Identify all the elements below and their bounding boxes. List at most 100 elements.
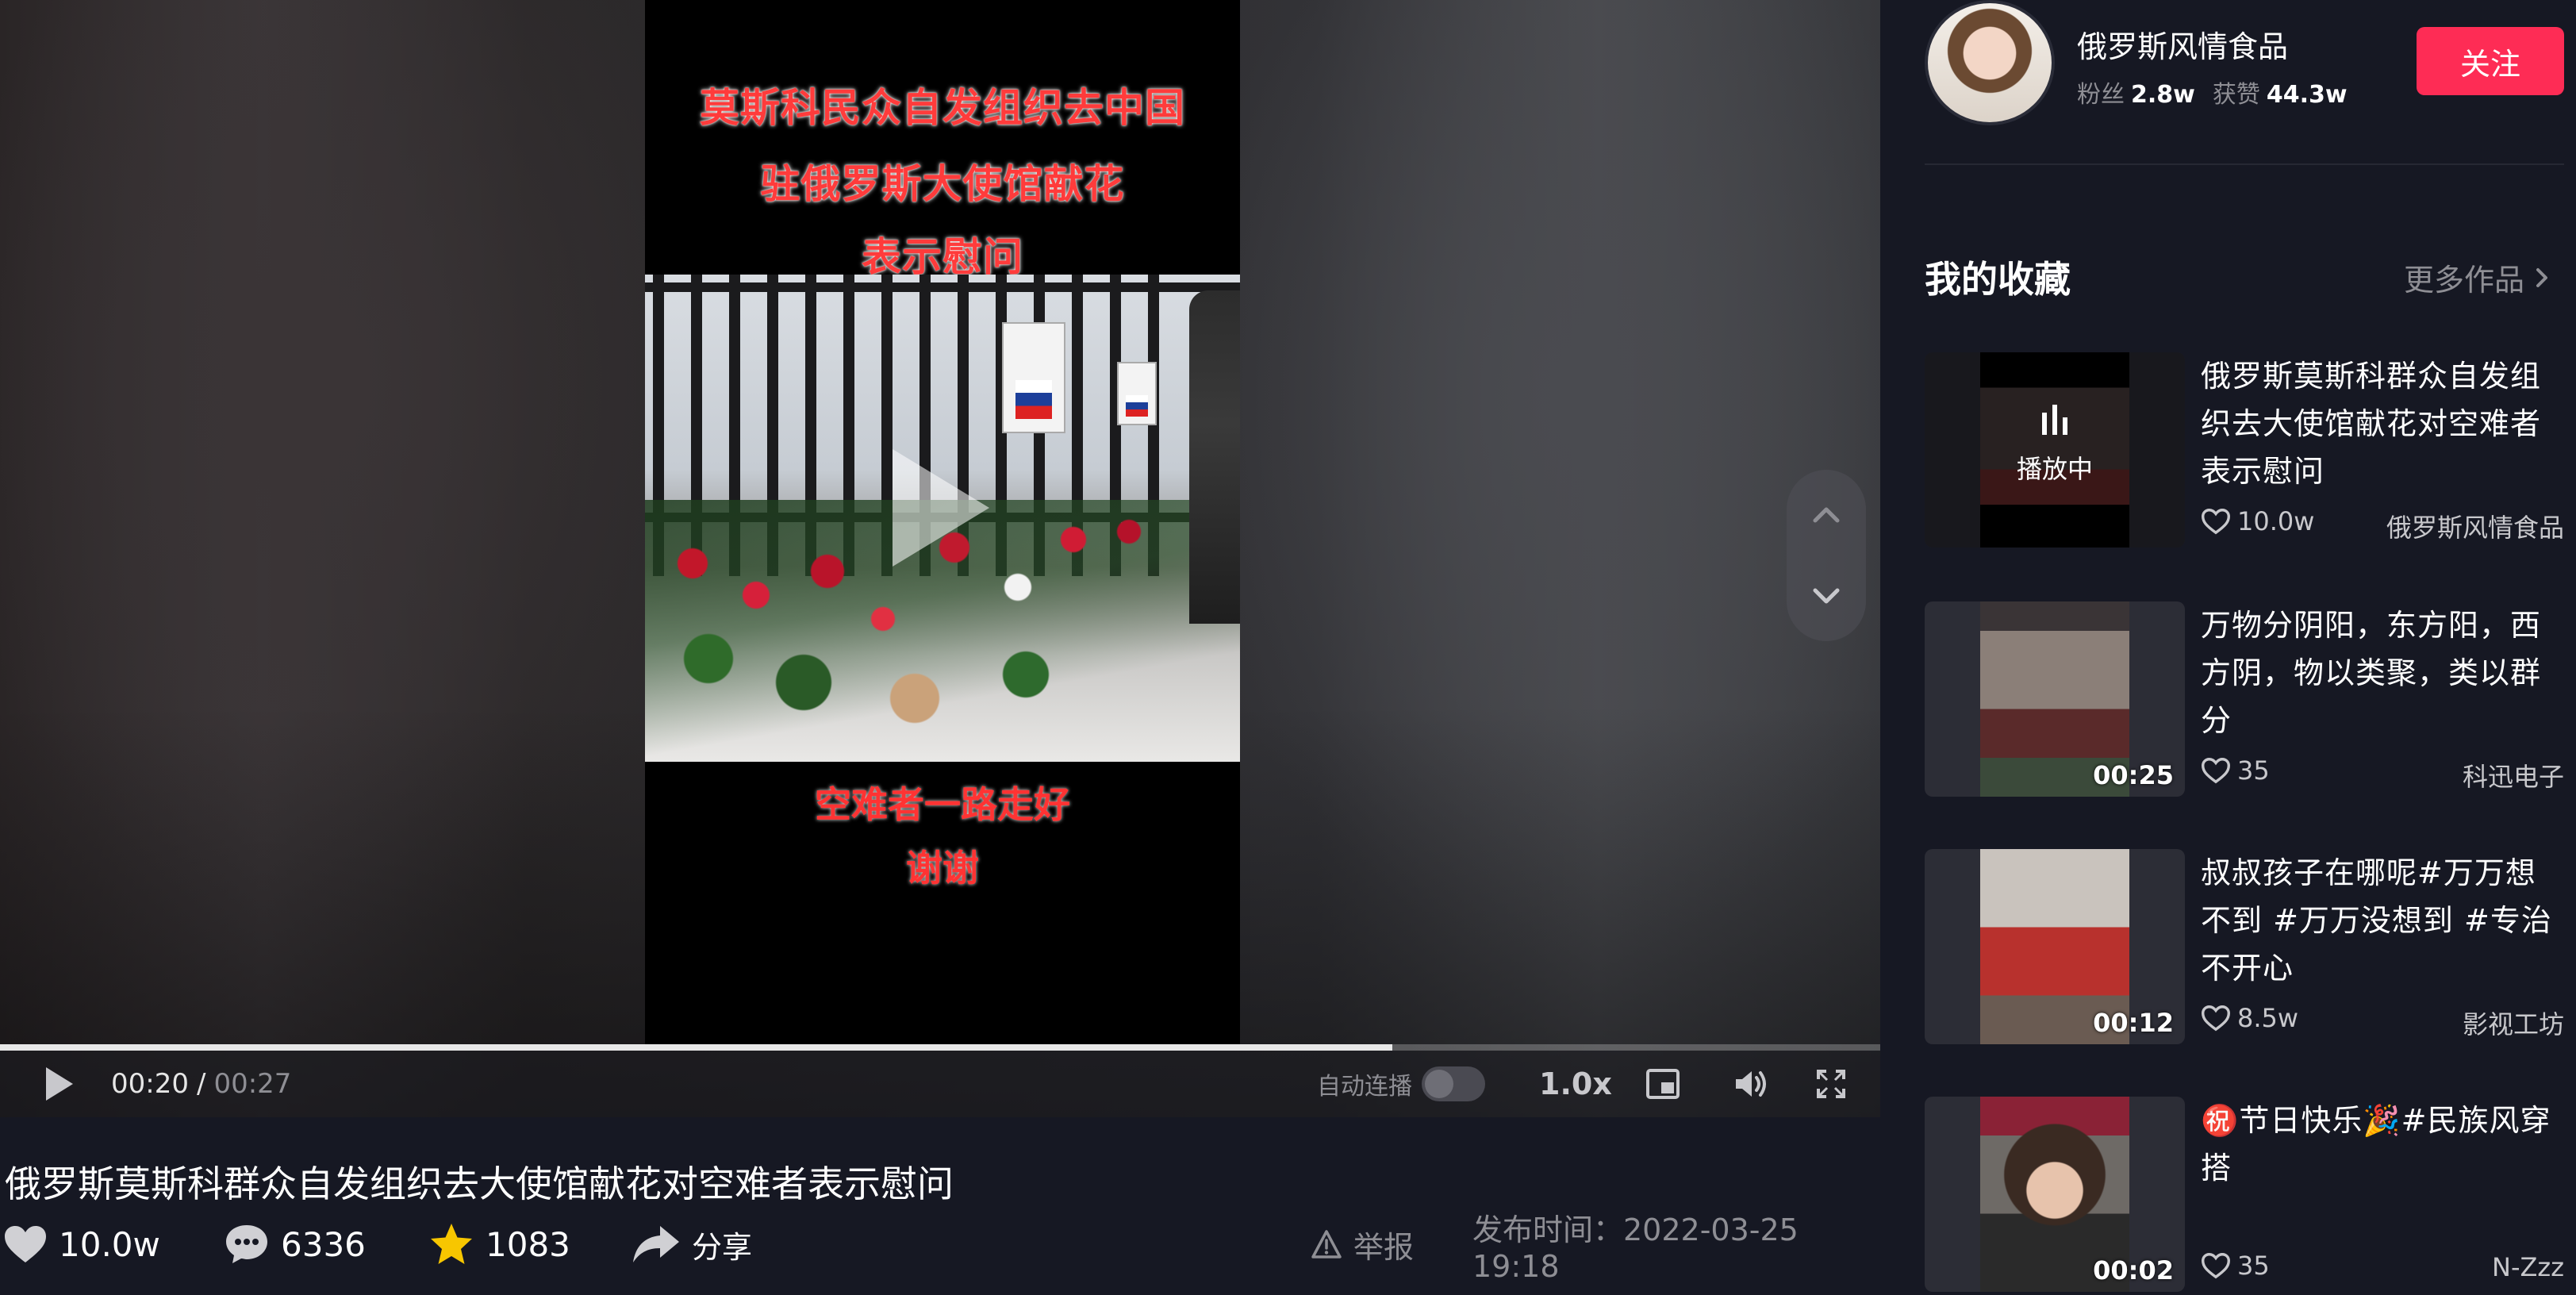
- collection-item-title[interactable]: 俄罗斯莫斯科群众自发组织去大使馆献花对空难者表示慰问: [2201, 352, 2566, 495]
- video-thumbnail[interactable]: 00:25: [1925, 601, 2185, 797]
- collection-item[interactable]: 00:02 ㊗️节日快乐🎉#民族风穿搭 35 N-Zzz: [1925, 1097, 2564, 1295]
- poster-graphic: [1117, 362, 1157, 425]
- playing-bars-icon: [2042, 405, 2067, 435]
- publish-time: 发布时间：2022-03-25 19:18: [1472, 1212, 1799, 1284]
- star-icon: [431, 1224, 472, 1264]
- collection-item-likes: 35: [2201, 1251, 2270, 1281]
- volume-icon: [1736, 1071, 1766, 1097]
- share-icon: [633, 1226, 679, 1262]
- total-time: 00:27: [213, 1068, 292, 1100]
- like-count: 10.0w: [59, 1224, 160, 1264]
- share-button[interactable]: 分享: [632, 1214, 752, 1274]
- center-play-icon[interactable]: [885, 444, 996, 571]
- speed-label: 1.0x: [1539, 1066, 1612, 1101]
- video-player[interactable]: 莫斯科民众自发组织去中国 驻俄罗斯大使馆献花 表示慰问 空难者一路走好 谢谢 0…: [0, 0, 1880, 1117]
- collection-item-author: 俄罗斯风情食品: [2386, 513, 2564, 543]
- like-button[interactable]: 10.0w: [3, 1214, 160, 1274]
- overlay-caption-line-2: 谢谢: [906, 847, 979, 890]
- collection-item[interactable]: 播放中 俄罗斯莫斯科群众自发组织去大使馆献花对空难者表示慰问 10.0w 俄罗斯…: [1925, 352, 2564, 551]
- progress-fill: [0, 1044, 1393, 1051]
- fans-count: 2.8w: [2131, 81, 2195, 109]
- chevron-down-icon: [1813, 588, 1840, 604]
- overlay-title-line-1: 莫斯科民众自发组织去中国: [700, 84, 1185, 131]
- progress-bar[interactable]: [0, 1044, 1880, 1051]
- play-button[interactable]: [41, 1051, 76, 1117]
- autoplay-label: 自动连播: [1317, 1073, 1412, 1101]
- author-avatar[interactable]: [1925, 0, 2055, 125]
- divider: [1925, 163, 2564, 165]
- collection-item-like-count: 8.5w: [2237, 1003, 2299, 1033]
- picture-in-picture-button[interactable]: [1645, 1051, 1680, 1117]
- video-thumbnail[interactable]: 00:02: [1925, 1097, 2185, 1292]
- action-bar: 10.0w 6336 1083 分享 举报 发布时间：2022-03-25 19…: [0, 1212, 1880, 1284]
- collection-item-author: 科迅电子: [2462, 762, 2564, 792]
- video-duration: 00:25: [2093, 760, 2174, 790]
- heart-icon: [2202, 758, 2230, 784]
- collection-item-like-count: 35: [2237, 1251, 2270, 1281]
- time-display: 00:20 / 00:27: [111, 1051, 291, 1117]
- total-likes-count: 44.3w: [2266, 81, 2348, 109]
- time-separator: /: [196, 1068, 206, 1100]
- video-nav-pill: [1787, 470, 1866, 641]
- current-time: 00:20: [111, 1068, 189, 1100]
- collection-item-title[interactable]: 万物分阴阳，东方阳，西方阴，物以类聚，类以群分: [2201, 601, 2566, 744]
- video-thumbnail[interactable]: 00:12: [1925, 849, 2185, 1044]
- video-duration: 00:02: [2093, 1255, 2174, 1285]
- heart-icon: [2202, 509, 2230, 535]
- poster-graphic: [1002, 322, 1065, 433]
- overlay-caption-line-1: 空难者一路走好: [815, 783, 1070, 826]
- person-graphic: [1189, 290, 1240, 624]
- chevron-right-icon: [2536, 267, 2548, 287]
- collection-item-likes: 10.0w: [2201, 506, 2314, 536]
- section-title: 我的收藏: [1925, 258, 2071, 301]
- author-stats: 粉丝 2.8w 获赞 44.3w: [2077, 75, 2365, 110]
- volume-button[interactable]: [1733, 1051, 1769, 1117]
- author-name[interactable]: 俄罗斯风情食品: [2077, 22, 2288, 66]
- player-controls: 00:20 / 00:27 自动连播 1.0x: [0, 1051, 1880, 1117]
- pip-icon: [1646, 1069, 1680, 1099]
- autoplay-toggle[interactable]: [1422, 1066, 1485, 1101]
- speed-button[interactable]: 1.0x: [1539, 1051, 1612, 1117]
- sidebar: 俄罗斯风情食品 粉丝 2.8w 获赞 44.3w 关注 我的收藏 更多作品 播放中 俄…: [1880, 0, 2576, 1295]
- fullscreen-button[interactable]: [1815, 1051, 1847, 1117]
- collection-item-title[interactable]: ㊗️节日快乐🎉#民族风穿搭: [2201, 1097, 2566, 1192]
- collection-item-likes: 8.5w: [2201, 1003, 2298, 1033]
- chevron-up-icon: [1813, 507, 1840, 523]
- video-title: 俄罗斯莫斯科群众自发组织去大使馆献花对空难者表示慰问: [5, 1162, 954, 1205]
- collection-item-like-count: 10.0w: [2237, 506, 2315, 536]
- collection-item-likes: 35: [2201, 755, 2270, 786]
- share-label: 分享: [692, 1229, 753, 1265]
- report-label: 举报: [1353, 1229, 1415, 1265]
- report-button[interactable]: 举报: [1311, 1214, 1414, 1274]
- heart-icon: [2202, 1005, 2230, 1032]
- now-playing-badge: 播放中: [1925, 403, 2185, 486]
- warning-icon: [1311, 1230, 1342, 1258]
- comment-button[interactable]: 6336: [224, 1214, 366, 1274]
- favorite-count: 1083: [486, 1224, 570, 1264]
- video-thumbnail[interactable]: 播放中: [1925, 352, 2185, 548]
- more-works-link[interactable]: 更多作品: [2404, 256, 2550, 299]
- favorite-button[interactable]: 1083: [428, 1214, 570, 1274]
- follow-button[interactable]: 关注: [2417, 27, 2564, 95]
- collection-item-like-count: 35: [2237, 755, 2270, 786]
- collection-item-author: N-Zzz: [2492, 1252, 2564, 1282]
- fans-label: 粉丝: [2077, 81, 2125, 109]
- collection-item-title[interactable]: 叔叔孩子在哪呢#万万想不到 #万万没想到 #专治不开心: [2201, 849, 2566, 992]
- comment-icon: [226, 1225, 267, 1263]
- heart-icon: [2202, 1253, 2230, 1279]
- comment-count: 6336: [281, 1224, 366, 1264]
- more-works-label: 更多作品: [2404, 263, 2525, 298]
- collection-item[interactable]: 00:12 叔叔孩子在哪呢#万万想不到 #万万没想到 #专治不开心 8.5w 影…: [1925, 849, 2564, 1047]
- next-video-button[interactable]: [1787, 555, 1866, 635]
- heart-icon: [5, 1226, 46, 1262]
- previous-video-button[interactable]: [1787, 476, 1866, 555]
- video-duration: 00:12: [2093, 1008, 2174, 1038]
- collection-item[interactable]: 00:25 万物分阴阳，东方阳，西方阴，物以类聚，类以群分 35 科迅电子: [1925, 601, 2564, 800]
- autoplay-control: 自动连播: [1317, 1051, 1485, 1117]
- fullscreen-icon: [1817, 1070, 1845, 1098]
- now-playing-label: 播放中: [2016, 454, 2093, 484]
- play-icon: [46, 1067, 73, 1101]
- overlay-title-line-2: 驻俄罗斯大使馆献花: [760, 160, 1125, 207]
- likes-label: 获赞: [2212, 81, 2260, 109]
- collection-item-author: 影视工坊: [2462, 1009, 2564, 1039]
